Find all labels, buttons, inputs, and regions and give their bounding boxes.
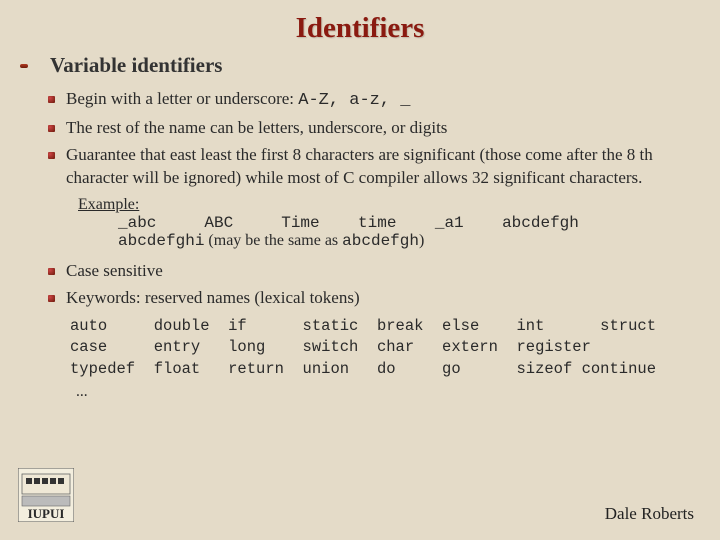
example-line-1: _abc ABC Time time _a1 abcdefgh xyxy=(118,214,690,232)
bullet-rest: The rest of the name can be letters, und… xyxy=(66,117,680,140)
bullet-case: Case sensitive xyxy=(66,260,680,283)
subtitle: Variable identifiers xyxy=(50,53,690,78)
keyword-table: auto double if static break else int str… xyxy=(70,316,690,403)
kw-row: auto double if static break else int str… xyxy=(70,316,690,338)
kw-row: typedef float return union do go sizeof … xyxy=(70,359,690,381)
bullet-code: A-Z, a-z, _ xyxy=(298,91,410,110)
example-text: (may be the same as xyxy=(204,232,342,249)
author-name: Dale Roberts xyxy=(605,504,694,524)
bullet-keywords: Keywords: reserved names (lexical tokens… xyxy=(66,287,680,310)
page-title: Identifiers xyxy=(30,12,690,45)
bullet-list-1: Begin with a letter or underscore: A-Z, … xyxy=(30,88,690,190)
subtitle-row: Variable identifiers xyxy=(30,53,690,78)
bullet-text: Begin with a letter or underscore: xyxy=(66,89,298,108)
bullet-significant: Guarantee that east least the first 8 ch… xyxy=(66,144,680,190)
bullet-list-2: Case sensitive Keywords: reserved names … xyxy=(30,260,690,310)
example-block: Example: _abc ABC Time time _a1 abcdefgh… xyxy=(78,196,690,250)
kw-row: case entry long switch char extern regis… xyxy=(70,337,690,359)
slide: Identifiers Variable identifiers Begin w… xyxy=(0,0,720,540)
example-text: ) xyxy=(419,232,424,249)
kw-ellipsis: ... xyxy=(76,381,690,403)
example-code: abcdefghi xyxy=(118,232,204,250)
example-line-2: abcdefghi (may be the same as abcdefgh) xyxy=(118,232,690,250)
svg-text:IUPUI: IUPUI xyxy=(28,506,65,521)
bullet-begin: Begin with a letter or underscore: A-Z, … xyxy=(66,88,680,113)
iupui-logo: IUPUI xyxy=(18,468,74,522)
example-label: Example: xyxy=(78,196,139,213)
example-code: abcdefgh xyxy=(342,232,419,250)
